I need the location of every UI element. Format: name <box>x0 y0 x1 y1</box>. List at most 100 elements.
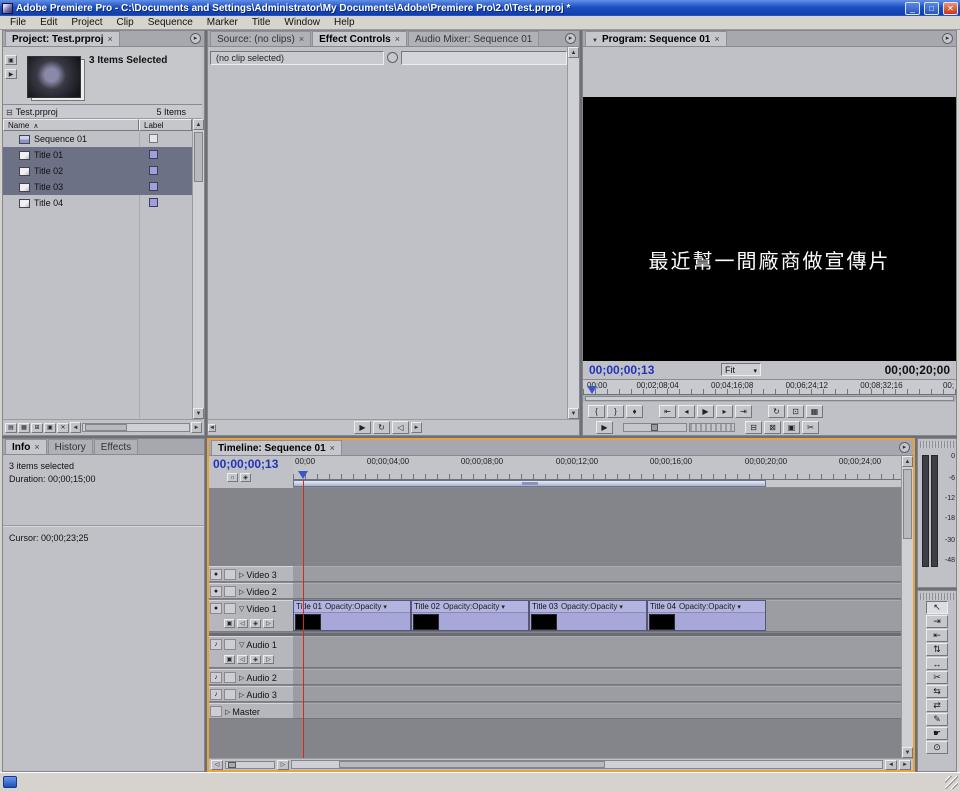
close-icon[interactable] <box>330 443 335 454</box>
hand-tool[interactable]: ☛ <box>926 727 948 740</box>
tab-effect-controls[interactable]: Effect Controls <box>312 31 407 46</box>
timeline-clip-title-02[interactable]: Title 02Opacity:Opacity <box>411 600 529 631</box>
resize-grip[interactable] <box>945 776 958 789</box>
track-lock-toggle[interactable] <box>224 603 236 614</box>
track-name[interactable]: Audio 1 <box>246 640 277 650</box>
collapse-icon[interactable] <box>223 706 232 717</box>
project-tree-icon[interactable] <box>3 107 16 117</box>
scroll-down-icon[interactable] <box>193 408 204 419</box>
work-area-grip[interactable] <box>522 482 538 485</box>
collapse-icon[interactable] <box>237 603 246 614</box>
speaker-icon[interactable] <box>210 672 222 683</box>
timeline-clip-title-04[interactable]: Title 04Opacity:Opacity <box>647 600 766 631</box>
tab-program[interactable]: Program: Sequence 01 <box>585 31 727 46</box>
loop-icon[interactable] <box>373 421 390 434</box>
label-swatch[interactable] <box>149 134 158 143</box>
panel-menu-button[interactable] <box>190 33 201 44</box>
tab-effects[interactable]: Effects <box>94 439 138 454</box>
project-root-row[interactable]: Test.prproj 5 Items <box>3 105 202 119</box>
scroll-thumb[interactable] <box>85 424 127 431</box>
timeline-vertical-scrollbar[interactable] <box>901 456 913 758</box>
project-row-title-01[interactable]: Title 01 <box>3 147 192 163</box>
program-zoom-bar[interactable] <box>583 395 956 402</box>
track-name[interactable]: Video 1 <box>246 604 276 614</box>
output-button[interactable] <box>806 405 823 418</box>
column-header-name[interactable]: Name <box>3 119 139 131</box>
collapse-icon[interactable] <box>237 569 246 580</box>
timeline-clip-title-01[interactable]: Title 01Opacity:Opacity <box>293 600 411 631</box>
speaker-icon[interactable] <box>210 639 222 650</box>
menu-help[interactable]: Help <box>327 17 362 28</box>
tab-project[interactable]: Project: Test.prproj <box>5 31 120 46</box>
track-lock-toggle[interactable] <box>224 639 236 650</box>
menu-sequence[interactable]: Sequence <box>141 17 200 28</box>
track-lane-audio1[interactable] <box>293 636 901 668</box>
menu-clip[interactable]: Clip <box>109 17 140 28</box>
eye-icon[interactable] <box>210 586 222 597</box>
add-keyframe-icon[interactable] <box>250 655 261 664</box>
chevron-down-icon[interactable] <box>592 34 598 45</box>
play-button[interactable] <box>354 421 371 434</box>
rolling-edit-tool[interactable]: ⇅ <box>926 643 948 656</box>
project-row-title-04[interactable]: Title 04 <box>3 195 192 211</box>
pen-tool[interactable]: ✎ <box>926 713 948 726</box>
collapse-icon[interactable] <box>237 689 246 700</box>
menu-title[interactable]: Title <box>245 17 278 28</box>
scroll-track[interactable] <box>291 760 883 769</box>
menu-project[interactable]: Project <box>64 17 109 28</box>
panel-drag-handle[interactable] <box>920 441 954 448</box>
collapse-icon[interactable] <box>237 672 246 683</box>
track-name[interactable]: Audio 2 <box>246 673 277 683</box>
clip-fx-dropdown[interactable]: Opacity:Opacity <box>325 602 387 611</box>
snap-toggle[interactable] <box>227 473 238 482</box>
program-playhead[interactable] <box>587 386 597 394</box>
titlebar[interactable]: Adobe Premiere Pro - C:\Documents and Se… <box>0 0 960 16</box>
track-lock-toggle[interactable] <box>224 586 236 597</box>
automate-to-sequence-button[interactable]: ⊞ <box>31 423 43 433</box>
add-keyframe-icon[interactable] <box>250 619 261 628</box>
program-ruler[interactable]: 00;00 00;02;08;04 00;04;16;08 00;06;24;1… <box>583 379 956 395</box>
scroll-down-icon[interactable] <box>902 747 913 758</box>
list-view-button[interactable]: ▤ <box>5 423 17 433</box>
track-lock-toggle[interactable] <box>224 689 236 700</box>
set-out-point-button[interactable] <box>607 405 624 418</box>
previous-keyframe-icon[interactable] <box>392 421 409 434</box>
zoom-bar-thumb[interactable] <box>585 396 954 401</box>
set-marker-button[interactable] <box>626 405 643 418</box>
scroll-up-icon[interactable] <box>193 119 204 130</box>
track-name[interactable]: Video 2 <box>246 587 276 597</box>
program-timecode[interactable]: 00;00;00;13 <box>589 363 654 377</box>
eye-icon[interactable] <box>210 569 222 580</box>
tab-history[interactable]: History <box>48 439 93 454</box>
scroll-thumb[interactable] <box>903 469 912 539</box>
timeline-ruler[interactable]: 00;00 00;00;04;00 00;00;08;00 00;00;12;0… <box>293 456 901 480</box>
shuttle-slider[interactable] <box>623 423 687 432</box>
shuttle-handle[interactable] <box>651 424 658 431</box>
track-lock-toggle[interactable] <box>224 672 236 683</box>
track-name[interactable]: Master <box>232 707 260 717</box>
track-name[interactable]: Video 3 <box>246 570 276 580</box>
collapse-icon[interactable] <box>237 586 246 597</box>
close-button[interactable] <box>943 2 958 15</box>
panel-drag-handle[interactable] <box>920 593 954 600</box>
project-row-title-03[interactable]: Title 03 <box>3 179 192 195</box>
next-keyframe-icon[interactable] <box>263 655 274 664</box>
extract-button[interactable] <box>764 421 781 434</box>
minimize-button[interactable] <box>905 2 920 15</box>
scroll-left-icon[interactable] <box>70 422 81 433</box>
maximize-button[interactable] <box>924 2 939 15</box>
eye-icon[interactable] <box>210 603 222 614</box>
scroll-up-icon[interactable] <box>902 456 913 467</box>
play-in-to-out-button[interactable] <box>596 421 613 434</box>
project-row-sequence-01[interactable]: Sequence 01 <box>3 131 192 147</box>
new-bin-button[interactable]: ▣ <box>44 423 56 433</box>
clip-fx-dropdown[interactable]: Opacity:Opacity <box>679 602 741 611</box>
tab-audio-mixer[interactable]: Audio Mixer: Sequence 01 <box>408 31 539 46</box>
track-lock-toggle[interactable] <box>224 569 236 580</box>
encore-chapter-marker-button[interactable] <box>240 473 251 482</box>
close-icon[interactable] <box>714 34 719 45</box>
collapse-icon[interactable] <box>237 639 246 650</box>
safe-margins-button[interactable] <box>787 405 804 418</box>
project-horizontal-scrollbar[interactable] <box>82 423 190 432</box>
play-preview-icon[interactable]: ▶ <box>5 69 17 79</box>
